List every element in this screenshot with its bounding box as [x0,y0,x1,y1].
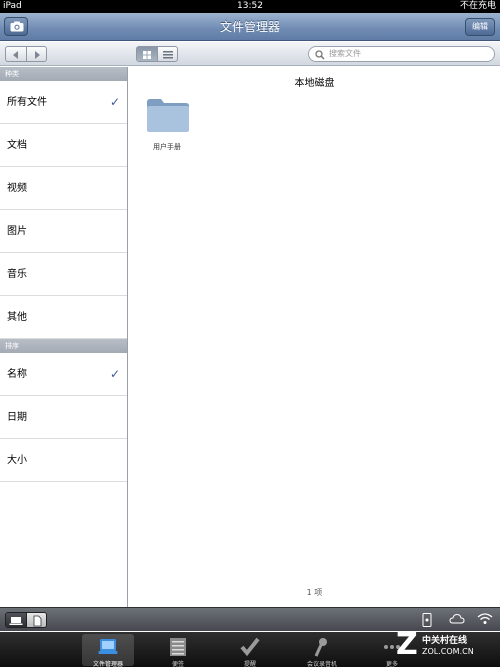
type-filter-row[interactable]: 所有文件 ✓ [0,81,127,124]
wifi-icon[interactable] [477,613,493,625]
forward-button[interactable] [26,47,46,61]
local-storage-button[interactable] [6,613,26,627]
tab-recorder[interactable]: 会议录音机 [296,634,348,667]
screen: iPad 13:52 不在充电 文件管理器 编辑 搜索文件 种类 所有文件 ✓ … [0,0,500,667]
sort-option-label: 大小 [7,455,27,466]
list-icon [163,51,173,59]
checkmark-icon: ✓ [109,95,120,109]
file-manager-icon [98,639,118,654]
folder-icon [147,99,189,132]
watermark-title: 中关村在线 [422,636,468,646]
sort-option-row[interactable]: 大小 [0,439,127,482]
back-button[interactable] [6,47,26,61]
edit-button[interactable]: 编辑 [465,18,495,36]
tab-file-manager[interactable]: 文件管理器 [82,634,134,667]
search-placeholder: 搜索文件 [329,49,361,58]
type-filter-row[interactable]: 视频 [0,167,127,210]
microphone-icon [314,638,327,657]
type-filter-row[interactable]: 音乐 [0,253,127,296]
sort-option-label: 名称 [7,369,27,380]
tab-label: 便签 [171,661,184,667]
laptop-icon [9,617,23,625]
watermark-url: ZOL.COM.CN [422,647,474,656]
section-header-sort: 排序 [0,339,127,353]
type-filter-row[interactable]: 文档 [0,124,127,167]
search-input[interactable]: 搜索文件 [308,46,495,62]
history-nav [5,46,47,62]
section-header-type: 种类 [0,67,127,81]
battery-status: 不在充电 [459,1,496,11]
item-count: 1 项 [306,588,323,597]
tab-label: 文件管理器 [92,661,123,667]
view-mode-toggle [136,46,178,62]
list-view-button[interactable] [157,47,177,61]
back-arrow-icon [13,51,18,59]
location-title: 本地磁盘 [294,78,335,89]
type-filter-label: 其他 [7,312,27,323]
nav-bar: 文件管理器 编辑 [0,13,500,41]
file-browser: 本地磁盘 用户手册 1 项 [129,67,500,607]
sort-option-label: 日期 [7,412,27,423]
folder-item[interactable]: 用户手册 [145,97,191,151]
search-icon [315,50,325,60]
document-storage-button[interactable] [26,613,46,627]
type-filter-row[interactable]: 图片 [0,210,127,253]
type-filter-label: 图片 [7,226,27,237]
sort-option-row[interactable]: 日期 [0,396,127,439]
page-title: 文件管理器 [219,20,280,34]
tab-notes[interactable]: 便签 [152,634,204,667]
status-bar: iPad 13:52 不在充电 [0,0,500,13]
tab-label: 提醒 [243,661,256,667]
zol-logo: Z [396,627,418,662]
storage-toggle [5,612,47,628]
type-filter-label: 视频 [7,183,27,194]
sidebar: 种类 所有文件 ✓ 文档视频图片音乐其他 排序 名称 ✓ 日期大小 [0,67,128,607]
clock: 13:52 [237,1,263,11]
type-filter-label: 音乐 [7,269,27,280]
cloud-icon[interactable] [449,613,465,625]
watermark: Z 中关村在线 ZOL.COM.CN [396,625,496,665]
type-filter-row[interactable]: 其他 [0,296,127,339]
check-reminder-icon [240,637,260,657]
type-filter-label: 文档 [7,140,27,151]
folder-name: 用户手册 [153,143,181,151]
toolbar: 搜索文件 [0,42,500,66]
sort-option-row[interactable]: 名称 ✓ [0,353,127,396]
tab-label: 会议录音机 [306,661,337,667]
notes-icon [170,638,186,656]
type-filter-label: 所有文件 [7,97,47,108]
checkmark-icon: ✓ [109,367,120,381]
grid-icon [143,51,151,59]
tab-reminders[interactable]: 提醒 [224,634,276,667]
document-icon [33,615,42,627]
grid-view-button[interactable] [137,47,157,61]
forward-arrow-icon [35,51,40,59]
